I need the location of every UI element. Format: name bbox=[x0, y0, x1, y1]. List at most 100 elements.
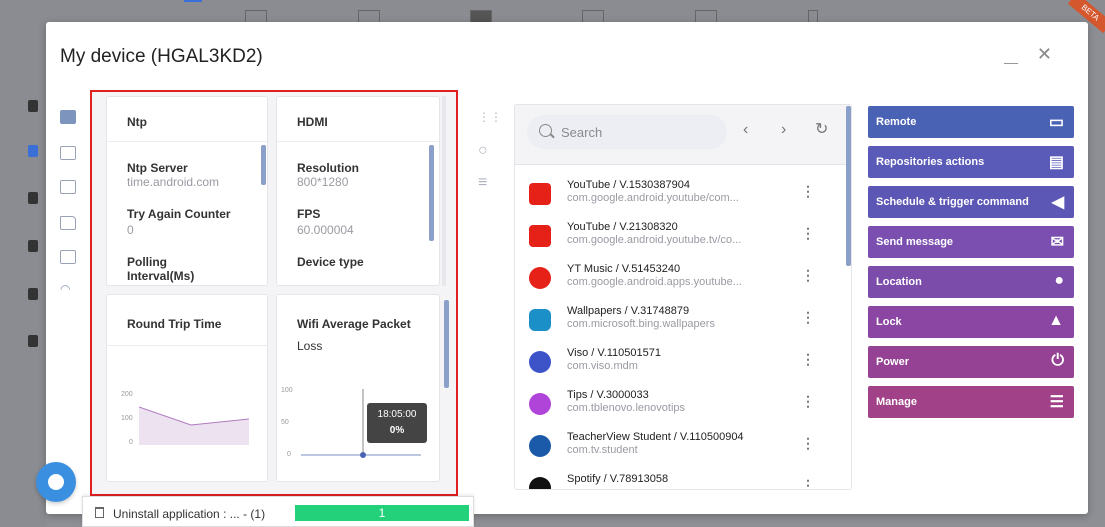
close-button[interactable]: ✕ bbox=[1037, 44, 1052, 65]
sidebar-icon[interactable] bbox=[28, 288, 38, 300]
action-label: Send message bbox=[876, 236, 954, 248]
rtt-card: Round Trip Time 200 100 0 bbox=[106, 294, 268, 482]
minimize-button[interactable] bbox=[1004, 48, 1018, 64]
spotify-icon bbox=[529, 477, 551, 489]
youtube-tv-icon bbox=[529, 225, 551, 247]
chat-button[interactable] bbox=[36, 462, 76, 502]
app-row[interactable]: YouTube / V.1530387904 com.google.androi… bbox=[515, 175, 835, 217]
power-icon: ⏻ bbox=[1051, 352, 1064, 369]
wifi-icon[interactable]: ◠ bbox=[60, 282, 76, 296]
app-row[interactable]: Wallpapers / V.31748879 com.microsoft.bi… bbox=[515, 301, 835, 343]
divider bbox=[107, 141, 267, 142]
scrollbar[interactable] bbox=[444, 300, 449, 388]
field-label: Try Again Counter bbox=[127, 207, 231, 221]
prev-button[interactable]: ‹ bbox=[743, 121, 748, 139]
more-menu-icon[interactable]: ⋮ bbox=[801, 183, 815, 200]
app-row[interactable]: Tips / V.3000033 com.tblenovo.lenovotips… bbox=[515, 385, 835, 427]
uninstall-status-bar: Uninstall application : ... - (1) 1 bbox=[82, 496, 474, 527]
rtt-chart bbox=[139, 406, 249, 445]
refresh-button[interactable]: ↻ bbox=[815, 119, 828, 139]
card-title-continued: Loss bbox=[297, 339, 323, 353]
scroll-track bbox=[442, 96, 446, 286]
app-row[interactable]: YT Music / V.51453240 com.google.android… bbox=[515, 259, 835, 301]
uninstall-progress: 1 bbox=[295, 505, 469, 521]
power-button[interactable]: Power ⏻ bbox=[868, 346, 1074, 378]
more-menu-icon[interactable]: ⋮ bbox=[801, 435, 815, 452]
sidebar-icon[interactable] bbox=[28, 145, 38, 157]
sidebar-icon[interactable] bbox=[28, 100, 38, 112]
search-box[interactable] bbox=[527, 115, 727, 149]
youtube-icon bbox=[529, 183, 551, 205]
apps-header: ‹ › ↻ bbox=[515, 105, 851, 165]
app-package: com.tblenovo.lenovotips bbox=[567, 402, 686, 414]
repositories-actions-button[interactable]: Repositories actions ▤ bbox=[868, 146, 1074, 178]
lock-button[interactable]: Lock ▲ bbox=[868, 306, 1074, 338]
more-menu-icon[interactable]: ⋮ bbox=[801, 351, 815, 368]
field-label: Ntp Server bbox=[127, 161, 188, 175]
menu-lines-icon[interactable]: ≡ bbox=[478, 174, 487, 192]
top-nav-icon[interactable] bbox=[808, 10, 818, 22]
field-label: FPS bbox=[297, 207, 321, 221]
card-title: Round Trip Time bbox=[127, 317, 222, 331]
top-nav-icon[interactable] bbox=[470, 10, 492, 22]
sidebar-icon[interactable] bbox=[28, 240, 38, 252]
app-row[interactable]: Viso / V.110501571 com.viso.mdm ⋮ bbox=[515, 343, 835, 385]
widgets-view-icon[interactable] bbox=[60, 110, 76, 124]
more-menu-icon[interactable]: ⋮ bbox=[801, 225, 815, 242]
field-label: Polling bbox=[127, 255, 167, 269]
circle-icon[interactable]: ○ bbox=[478, 142, 488, 160]
app-top-bar bbox=[0, 0, 1105, 22]
send-message-button[interactable]: Send message ✉ bbox=[868, 226, 1074, 258]
search-input[interactable] bbox=[561, 123, 711, 141]
app-row[interactable]: Spotify / V.78913058 ⋮ bbox=[515, 469, 835, 489]
chart-tooltip: 18:05:00 0% bbox=[367, 403, 427, 443]
field-value: Interval(Ms) bbox=[127, 269, 195, 283]
top-nav-icon[interactable] bbox=[358, 10, 380, 22]
app-package: com.microsoft.bing.wallpapers bbox=[567, 318, 715, 330]
sidebar-icon[interactable] bbox=[28, 335, 38, 347]
field-value: 0 bbox=[127, 223, 134, 237]
axis-tick: 100 bbox=[121, 415, 133, 422]
app-package: com.viso.mdm bbox=[567, 360, 638, 372]
app-name: YouTube / V.1530387904 bbox=[567, 179, 690, 191]
more-menu-icon[interactable]: ⋮ bbox=[801, 267, 815, 284]
field-label: Device type bbox=[297, 255, 364, 269]
app-row[interactable]: YouTube / V.21308320 com.google.android.… bbox=[515, 217, 835, 259]
next-button[interactable]: › bbox=[781, 121, 786, 139]
folder-icon[interactable] bbox=[60, 216, 76, 230]
app-name: Tips / V.3000033 bbox=[567, 389, 649, 401]
manage-button[interactable]: Manage ☰ bbox=[868, 386, 1074, 418]
envelope-icon: ✉ bbox=[1050, 234, 1064, 251]
data-point bbox=[360, 452, 366, 458]
app-name: YouTube / V.21308320 bbox=[567, 221, 678, 233]
location-button[interactable]: Location ● bbox=[868, 266, 1074, 298]
schedule-trigger-button[interactable]: Schedule & trigger command ◀ bbox=[868, 186, 1074, 218]
scrollbar[interactable] bbox=[429, 145, 434, 241]
modal-title: My device (HGAL3KD2) bbox=[60, 46, 263, 67]
app-package: com.google.android.youtube.tv/co... bbox=[567, 234, 742, 246]
apps-scrollbar[interactable] bbox=[846, 106, 851, 266]
list-icon[interactable] bbox=[60, 180, 76, 194]
card-title: Ntp bbox=[127, 115, 147, 129]
scrollbar[interactable] bbox=[261, 145, 266, 185]
apps-panel: ‹ › ↻ YouTube / V.1530387904 com.google.… bbox=[514, 104, 852, 490]
sidebar-icon[interactable] bbox=[28, 192, 38, 204]
divider bbox=[107, 345, 267, 346]
grid-icon[interactable]: ⋮⋮ bbox=[478, 110, 502, 124]
app-package: com.tv.student bbox=[567, 444, 638, 456]
yt-music-icon bbox=[529, 267, 551, 289]
app-name: Viso / V.110501571 bbox=[567, 347, 661, 359]
app-row[interactable]: TeacherView Student / V.110500904 com.tv… bbox=[515, 427, 835, 469]
layout-icon[interactable] bbox=[60, 250, 76, 264]
more-menu-icon[interactable]: ⋮ bbox=[801, 309, 815, 326]
top-nav-icon[interactable] bbox=[245, 10, 267, 22]
more-menu-icon[interactable]: ⋮ bbox=[801, 393, 815, 410]
search-icon bbox=[539, 124, 552, 137]
active-tab-underline bbox=[184, 0, 202, 2]
remote-button[interactable]: Remote ▭ bbox=[868, 106, 1074, 138]
more-menu-icon[interactable]: ⋮ bbox=[801, 477, 815, 489]
top-nav-icon[interactable] bbox=[695, 10, 717, 22]
top-nav-icon[interactable] bbox=[582, 10, 604, 22]
app-left-sidebar bbox=[0, 22, 46, 527]
document-icon[interactable] bbox=[60, 146, 76, 160]
